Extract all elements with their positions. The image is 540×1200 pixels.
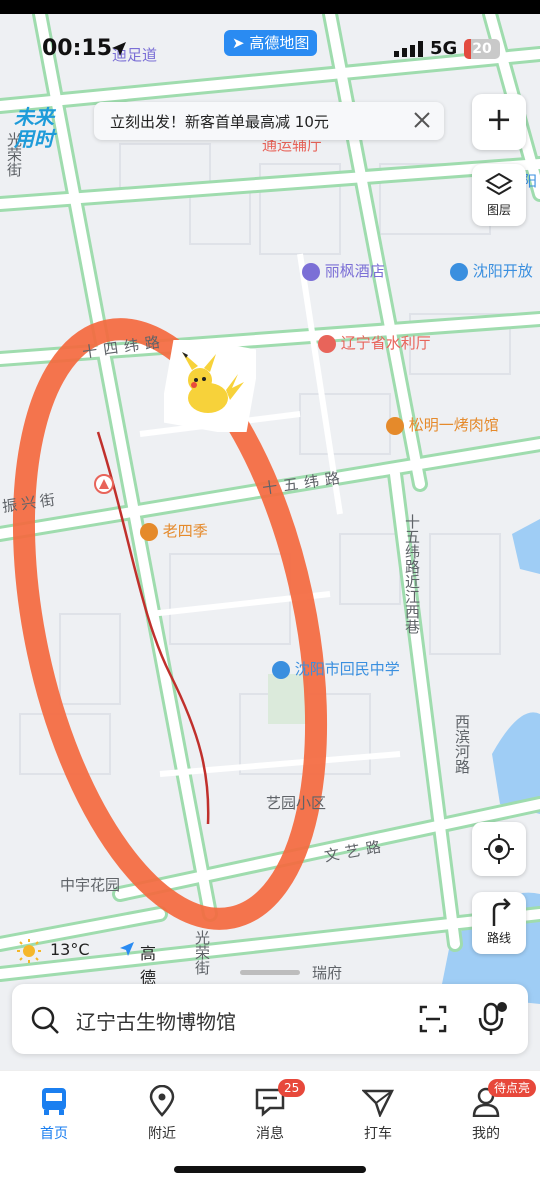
route-icon bbox=[492, 898, 511, 926]
street-label: 十五纬路近江西巷 bbox=[403, 514, 421, 634]
poi-government[interactable]: 辽宁省水利厅 bbox=[318, 332, 431, 353]
app-badge[interactable]: ➤ 高德地图 bbox=[224, 30, 318, 56]
amap-logo-icon bbox=[120, 942, 134, 956]
crosshair-icon bbox=[484, 834, 514, 864]
sun-icon bbox=[17, 939, 41, 963]
phone-screen: 迪足道 通运辅厅 十四纬路 十五纬路 振兴街 文艺路 光荣街 光荣街 十五纬路近… bbox=[0, 14, 540, 1200]
poi-school[interactable]: 沈阳市回民中学 bbox=[272, 658, 400, 679]
poi-hotel[interactable]: 丽枫酒店 bbox=[302, 260, 385, 281]
map-label-area: 中宇花园 bbox=[60, 876, 121, 894]
network-type: 5G bbox=[430, 38, 458, 59]
poi-bbq[interactable]: 松明一烤肉馆 bbox=[386, 414, 499, 435]
profile-badge: 待点亮 bbox=[488, 1079, 537, 1097]
restaurant-icon bbox=[386, 416, 404, 435]
star-icon bbox=[318, 334, 336, 353]
clock: 00:15 bbox=[42, 36, 113, 61]
map-canvas[interactable] bbox=[0, 14, 540, 1070]
route-label: 路线 bbox=[486, 931, 511, 945]
search-bar[interactable]: 辽宁古生物博物馆 bbox=[12, 984, 528, 1054]
battery-icon: 20 bbox=[464, 39, 500, 59]
drag-handle[interactable] bbox=[240, 970, 300, 975]
restaurant-icon bbox=[140, 522, 158, 541]
tab-messages[interactable]: 25 消息 bbox=[216, 1079, 324, 1159]
signal-icon bbox=[394, 41, 423, 57]
search-input[interactable]: 辽宁古生物博物馆 bbox=[76, 1006, 236, 1035]
layers-icon bbox=[485, 172, 513, 196]
status-bar: 00:15 ➤ 高德地图 5G 20 bbox=[0, 14, 540, 84]
search-icon bbox=[31, 1006, 59, 1034]
promo-text: 立刻出发！新客首单最高减 10元 bbox=[110, 113, 329, 131]
map-label-area: 瑞府 bbox=[312, 964, 343, 982]
future-time-logo[interactable]: 未来 用时 bbox=[14, 106, 70, 162]
location-pin-icon bbox=[149, 1085, 175, 1117]
location-arrow-icon bbox=[112, 42, 126, 56]
scan-icon[interactable] bbox=[418, 1004, 448, 1034]
bottom-tab-bar: 首页 附近 25 消息 打车 待点亮 我的 bbox=[0, 1070, 540, 1200]
tab-profile[interactable]: 待点亮 我的 bbox=[432, 1079, 540, 1159]
plus-icon: + bbox=[485, 100, 513, 138]
layers-label: 图层 bbox=[486, 203, 511, 217]
map-label-area: 艺园小区 bbox=[266, 794, 327, 812]
tab-taxi[interactable]: 打车 bbox=[324, 1079, 432, 1159]
message-badge: 25 bbox=[278, 1079, 306, 1097]
navigation-icon: ➤ bbox=[232, 34, 245, 52]
poi-restaurant[interactable]: 老四季 bbox=[140, 520, 208, 541]
locate-button[interactable] bbox=[472, 822, 526, 876]
street-label: 光荣街 bbox=[193, 930, 211, 975]
tab-nearby[interactable]: 附近 bbox=[108, 1079, 216, 1159]
promo-banner[interactable]: 立刻出发！新客首单最高减 10元 bbox=[94, 102, 444, 140]
zoom-in-button[interactable]: + bbox=[472, 94, 526, 150]
route-button[interactable]: 路线 bbox=[472, 892, 526, 954]
home-indicator[interactable] bbox=[174, 1166, 366, 1173]
hotel-icon bbox=[302, 262, 320, 281]
layers-button[interactable]: 图层 bbox=[472, 164, 526, 226]
temperature: 13°C bbox=[50, 940, 90, 959]
microphone-icon[interactable] bbox=[476, 1002, 508, 1036]
school-icon bbox=[450, 262, 468, 281]
tab-home[interactable]: 首页 bbox=[0, 1079, 108, 1159]
bus-icon bbox=[42, 1088, 66, 1115]
pikachu-sticker bbox=[164, 340, 256, 432]
street-label: 西滨河路 bbox=[453, 714, 471, 774]
close-icon[interactable] bbox=[410, 108, 434, 132]
taxi-icon bbox=[362, 1089, 394, 1117]
battery-level: 20 bbox=[472, 41, 492, 57]
school-icon bbox=[272, 660, 290, 679]
poi-university[interactable]: 沈阳开放 bbox=[450, 260, 533, 281]
